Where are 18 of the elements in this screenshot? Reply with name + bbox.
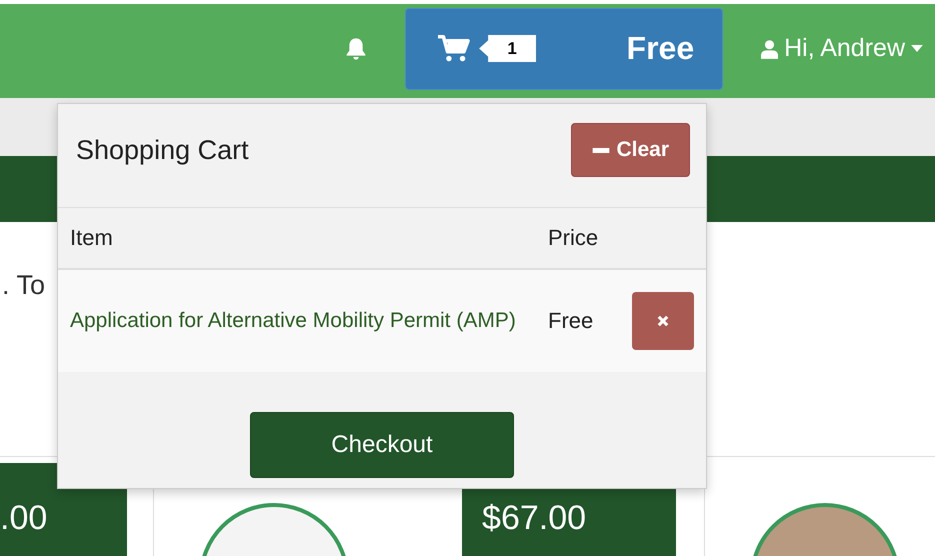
cart-count-badge: 1: [479, 35, 536, 62]
user-icon: [761, 38, 778, 58]
minus-icon: [592, 148, 610, 152]
clear-button[interactable]: Clear: [571, 123, 690, 177]
page-text: . To: [2, 270, 46, 301]
item-link[interactable]: Application for Alternative Mobility Permit (AMP): [70, 302, 548, 340]
cart-title: Shopping Cart: [76, 134, 249, 166]
item-price: Free: [548, 308, 594, 334]
cart-total: Free: [626, 30, 694, 67]
cart-icon: [436, 34, 470, 64]
checkout-button[interactable]: Checkout: [250, 412, 514, 478]
bell-icon[interactable]: [345, 36, 368, 60]
close-icon: [657, 315, 669, 327]
column-header: Item: [70, 225, 114, 251]
remove-button[interactable]: [632, 292, 694, 350]
cart-button[interactable]: 1 Free: [405, 8, 724, 90]
column-header: Price: [548, 225, 600, 251]
caret-icon: [911, 45, 923, 52]
